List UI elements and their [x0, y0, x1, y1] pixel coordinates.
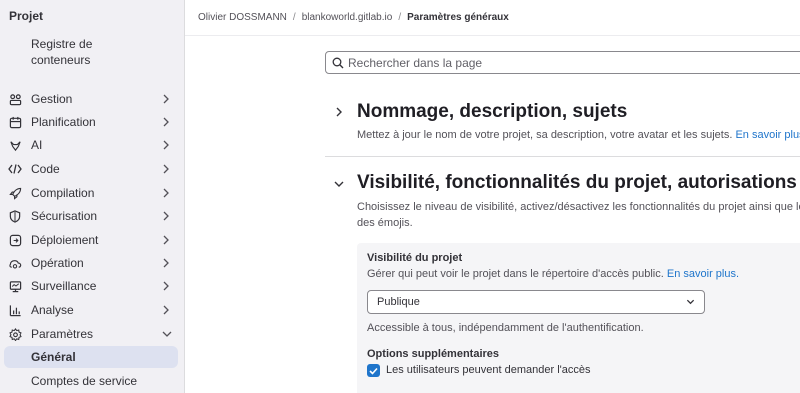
sidebar-item-surveillance[interactable]: Surveillance: [0, 276, 185, 296]
code-icon: [8, 162, 22, 176]
sidebar-item-label: Gestion: [31, 92, 73, 106]
visibility-label: Visibilité du projet: [367, 252, 463, 264]
options-label: Options supplémentaires: [367, 348, 500, 360]
sidebar-item-analyse[interactable]: Analyse: [0, 300, 185, 320]
chevron-right-icon[interactable]: [333, 106, 345, 118]
sidebar-item-registre-conteneurs[interactable]: Registre de conteneurs: [31, 36, 141, 68]
breadcrumb-separator: /: [398, 12, 402, 23]
calendar-icon: [8, 115, 22, 129]
learn-more-link[interactable]: En savoir plus: [735, 129, 800, 141]
search-box[interactable]: [325, 51, 800, 74]
section-description-text: Mettez à jour le nom de votre projet, sa…: [357, 129, 733, 141]
sidebar-item-label: Déploiement: [31, 233, 99, 247]
section-description-naming: Mettez à jour le nom de votre projet, sa…: [357, 127, 800, 143]
chevron-right-icon: [162, 188, 170, 198]
sidebar-item-operation[interactable]: Opération: [0, 253, 185, 273]
sidebar-item-label: Opération: [31, 256, 84, 270]
sidebar-item-label: Paramètres: [31, 327, 94, 341]
chevron-down-icon: [686, 299, 695, 305]
sidebar-item-label: Compilation: [31, 186, 95, 200]
sidebar-item-planification[interactable]: Planification: [0, 112, 185, 132]
chevron-right-icon: [162, 235, 170, 245]
sidebar-item-compilation[interactable]: Compilation: [0, 183, 185, 203]
chart-icon: [8, 303, 22, 317]
deployments-icon: [8, 233, 22, 247]
sidebar-item-label: Code: [31, 162, 60, 176]
monitor-icon: [8, 279, 22, 293]
chevron-right-icon: [162, 305, 170, 315]
breadcrumb-owner[interactable]: Olivier DOSSMANN: [198, 12, 287, 23]
sidebar-subitem-comptes-de-service[interactable]: Comptes de service: [4, 370, 178, 392]
breadcrumb-project[interactable]: blankoworld.gitlab.io: [302, 12, 393, 23]
sidebar-item-label: Planification: [31, 115, 96, 129]
chevron-right-icon: [162, 117, 170, 127]
shield-icon: [8, 209, 22, 223]
breadcrumb: Olivier DOSSMANN / blankoworld.gitlab.io…: [185, 0, 800, 36]
sidebar-item-securisation[interactable]: Sécurisation: [0, 206, 185, 226]
sidebar-item-label: Analyse: [31, 303, 74, 317]
tanuki-ai-icon: [8, 138, 22, 152]
visibility-select[interactable]: Publique: [367, 290, 705, 314]
search-icon: [332, 57, 344, 68]
app-window: Projet Registre de conteneurs Gestion Pl…: [0, 0, 800, 393]
visibility-select-value: Publique: [377, 296, 420, 308]
sidebar: Projet Registre de conteneurs Gestion Pl…: [0, 0, 185, 393]
sidebar-item-label: AI: [31, 138, 43, 152]
chevron-right-icon: [162, 258, 170, 268]
request-access-checkbox[interactable]: [367, 364, 380, 377]
request-access-label[interactable]: Les utilisateurs peuvent demander l'accè…: [386, 364, 591, 376]
chevron-down-icon[interactable]: [333, 178, 345, 190]
check-icon: [369, 367, 378, 375]
rocket-icon: [8, 186, 22, 200]
sidebar-item-label: Surveillance: [31, 279, 97, 293]
breadcrumb-current[interactable]: Paramètres généraux: [407, 12, 509, 23]
sidebar-item-gestion[interactable]: Gestion: [0, 89, 185, 109]
breadcrumb-separator: /: [292, 12, 296, 23]
section-divider: [325, 156, 800, 157]
section-title-naming[interactable]: Nommage, description, sujets: [357, 101, 627, 123]
chevron-down-icon: [162, 330, 172, 338]
search-input[interactable]: [348, 55, 788, 70]
visibility-note: Accessible à tous, indépendamment de l'a…: [367, 322, 644, 334]
sidebar-item-deploiement[interactable]: Déploiement: [0, 230, 185, 250]
sidebar-item-label: Sécurisation: [31, 209, 98, 223]
section-title-visibility[interactable]: Visibilité, fonctionnalités du projet, a…: [357, 172, 797, 194]
briefcase-icon: [8, 92, 22, 106]
chevron-right-icon: [162, 164, 170, 174]
visibility-help: Gérer qui peut voir le projet dans le ré…: [367, 268, 739, 280]
settings-icon: [8, 327, 22, 341]
section-description-visibility: Choisissez le niveau de visibilité, acti…: [357, 201, 800, 213]
sidebar-subitem-general[interactable]: Général: [4, 346, 178, 368]
chevron-right-icon: [162, 94, 170, 104]
visibility-help-text: Gérer qui peut voir le projet dans le ré…: [367, 268, 664, 280]
sidebar-item-ai[interactable]: AI: [0, 135, 185, 155]
learn-more-link[interactable]: En savoir plus.: [667, 268, 739, 280]
visibility-panel: Visibilité du projet Gérer qui peut voir…: [357, 243, 800, 393]
sidebar-item-parametres[interactable]: Paramètres: [0, 324, 185, 344]
chevron-right-icon: [162, 140, 170, 150]
cloud-gear-icon: [8, 256, 22, 270]
chevron-right-icon: [162, 211, 170, 221]
sidebar-title: Projet: [9, 9, 44, 23]
section-description-visibility-line2: des émojis.: [357, 217, 413, 229]
sidebar-item-code[interactable]: Code: [0, 159, 185, 179]
chevron-right-icon: [162, 281, 170, 291]
